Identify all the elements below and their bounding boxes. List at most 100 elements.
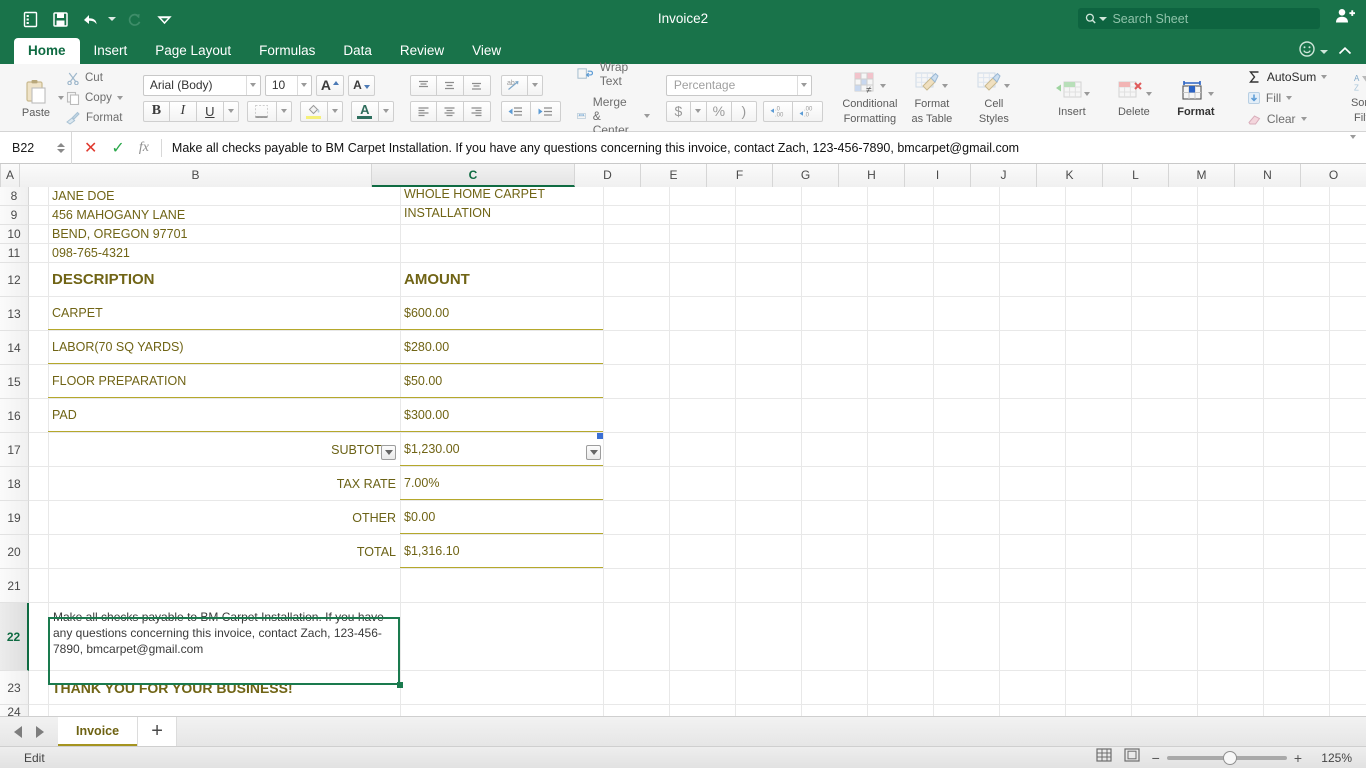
borders-caret-icon[interactable]	[276, 100, 292, 122]
sort-filter-button[interactable]: A Z Sort & Filter	[1335, 67, 1366, 129]
column-header-C[interactable]: C	[372, 164, 575, 187]
column-header-F[interactable]: F	[707, 164, 773, 187]
confirm-edit-icon[interactable]: ✓	[111, 138, 124, 158]
conditional-formatting-button[interactable]: ≠ Conditional Formatting	[839, 67, 901, 129]
cell-B11[interactable]: 098-765-4321	[48, 244, 400, 262]
zoom-out-button[interactable]: −	[1152, 750, 1160, 766]
row-header-8[interactable]: 8	[0, 187, 29, 206]
currency-format-button[interactable]: $	[665, 100, 691, 122]
clear-button[interactable]: Clear	[1247, 111, 1327, 128]
merge-center-button[interactable]: Merge & Center	[577, 95, 650, 137]
number-format-caret-icon[interactable]	[796, 75, 811, 95]
number-format-select[interactable]: Percentage	[665, 74, 812, 96]
font-color-button[interactable]: A	[350, 100, 379, 122]
column-header-D[interactable]: D	[575, 164, 641, 187]
row-header-13[interactable]: 13	[0, 297, 29, 331]
comma-format-button[interactable]: )	[731, 100, 757, 122]
row-header-11[interactable]: 11	[0, 244, 29, 263]
row-header-21[interactable]: 21	[0, 569, 29, 603]
row-header-24[interactable]: 24	[0, 705, 29, 716]
zoom-slider[interactable]: − +	[1152, 750, 1302, 766]
column-header-J[interactable]: J	[971, 164, 1037, 187]
cell-C12[interactable]: AMOUNT	[400, 263, 603, 296]
underline-caret-icon[interactable]	[223, 100, 239, 122]
italic-button[interactable]: I	[169, 100, 197, 122]
row-header-10[interactable]: 10	[0, 225, 29, 244]
column-header-G[interactable]: G	[773, 164, 839, 187]
paste-button[interactable]: Paste	[6, 78, 60, 119]
font-size-select[interactable]: 10	[264, 74, 312, 96]
select-all-corner[interactable]	[0, 164, 1, 187]
fill-color-caret-icon[interactable]	[327, 100, 343, 122]
undo-dropdown-caret-icon[interactable]	[106, 6, 118, 32]
copy-caret-icon[interactable]	[116, 96, 123, 100]
column-header-N[interactable]: N	[1235, 164, 1301, 187]
formula-input[interactable]: Make all checks payable to BM Carpet Ins…	[162, 141, 1340, 155]
format-painter-button[interactable]: Format	[66, 110, 123, 127]
row-header-20[interactable]: 20	[0, 535, 29, 569]
previous-sheet-icon[interactable]	[14, 725, 22, 738]
ribbon-tab-view[interactable]: View	[458, 38, 515, 64]
cell-C18[interactable]: 7.00%	[400, 467, 603, 500]
cell-B12[interactable]: DESCRIPTION	[48, 263, 400, 296]
filter-dropdown-amount[interactable]	[586, 445, 601, 460]
collapse-ribbon-icon[interactable]	[1332, 43, 1358, 61]
align-middle-button[interactable]	[436, 74, 464, 96]
copy-button[interactable]: Copy	[66, 90, 123, 107]
filter-dropdown-description[interactable]	[381, 445, 396, 460]
increase-font-size-button[interactable]: A	[315, 74, 344, 96]
cell-C22[interactable]	[400, 603, 603, 670]
new-from-template-icon[interactable]	[16, 5, 44, 33]
cell-C13[interactable]: $600.00	[400, 297, 603, 330]
cell-B9[interactable]: 456 MAHOGANY LANE	[48, 206, 400, 224]
cell-B8[interactable]: JANE DOE	[48, 187, 400, 205]
search-input[interactable]	[1112, 11, 1313, 26]
orientation-caret-icon[interactable]	[527, 74, 543, 96]
autosum-caret-icon[interactable]	[1321, 75, 1328, 79]
format-button[interactable]: Format	[1165, 67, 1227, 129]
font-family-select[interactable]: Arial (Body)	[142, 74, 261, 96]
ribbon-tab-home[interactable]: Home	[14, 38, 80, 64]
row-header-19[interactable]: 19	[0, 501, 29, 535]
clear-caret-icon[interactable]	[1300, 117, 1307, 121]
font-size-caret-icon[interactable]	[296, 75, 311, 95]
column-header-L[interactable]: L	[1103, 164, 1169, 187]
cell-C23[interactable]	[400, 671, 603, 704]
cell-B23[interactable]: THANK YOU FOR YOUR BUSINESS!	[48, 671, 400, 704]
column-header-I[interactable]: I	[905, 164, 971, 187]
cell-C14[interactable]: $280.00	[400, 331, 603, 364]
table-range-handle[interactable]	[597, 433, 603, 439]
column-header-A[interactable]: A	[1, 164, 20, 187]
align-right-button[interactable]	[463, 100, 491, 122]
ribbon-tab-data[interactable]: Data	[329, 38, 386, 64]
feedback-smiley-icon[interactable]	[1298, 40, 1316, 63]
format-as-table-button[interactable]: Format as Table	[901, 67, 963, 129]
row-header-12[interactable]: 12	[0, 263, 29, 297]
feedback-caret-icon[interactable]	[1320, 49, 1328, 54]
fill-color-button[interactable]	[299, 100, 328, 122]
search-sheet-box[interactable]	[1078, 8, 1320, 29]
cell-B14[interactable]: LABOR(70 SQ YARDS)	[48, 331, 400, 364]
ribbon-tab-formulas[interactable]: Formulas	[245, 38, 329, 64]
cell-B15[interactable]: FLOOR PREPARATION	[48, 365, 400, 398]
autosum-button[interactable]: AutoSum	[1247, 69, 1328, 86]
column-header-K[interactable]: K	[1037, 164, 1103, 187]
column-header-O[interactable]: O	[1301, 164, 1366, 187]
currency-caret-icon[interactable]	[690, 100, 707, 122]
name-box[interactable]: B22	[0, 131, 72, 164]
column-header-M[interactable]: M	[1169, 164, 1235, 187]
cell-B18[interactable]: TAX RATE	[48, 467, 400, 500]
cell-B16[interactable]: PAD	[48, 399, 400, 432]
column-header-E[interactable]: E	[641, 164, 707, 187]
merge-center-caret-icon[interactable]	[643, 113, 650, 118]
search-scope-caret-icon[interactable]	[1099, 16, 1108, 21]
row-header-22[interactable]: 22	[0, 603, 29, 671]
zoom-track[interactable]	[1166, 750, 1287, 765]
increase-indent-button[interactable]	[530, 100, 561, 122]
column-header-B[interactable]: B	[20, 164, 372, 187]
underline-button[interactable]: U	[196, 100, 224, 122]
cell-C17[interactable]: $1,230.00	[400, 433, 603, 466]
row-header-9[interactable]: 9	[0, 206, 29, 225]
font-family-caret-icon[interactable]	[245, 75, 260, 95]
cut-button[interactable]: Cut	[66, 70, 123, 87]
